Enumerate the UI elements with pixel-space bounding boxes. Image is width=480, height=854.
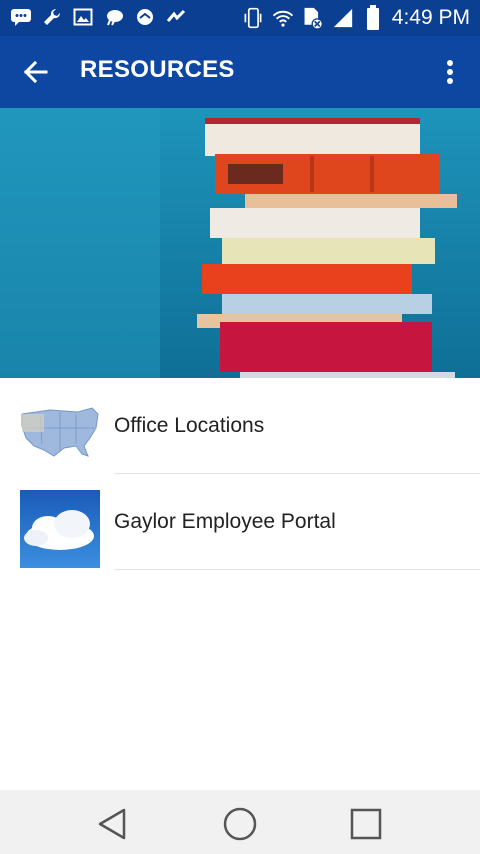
- home-circle-icon: [223, 807, 257, 841]
- back-button[interactable]: [18, 54, 54, 90]
- overflow-menu-button[interactable]: [438, 54, 462, 90]
- back-triangle-icon: [98, 808, 126, 840]
- arrow-back-icon: [23, 60, 48, 84]
- nav-recents-button[interactable]: [346, 804, 386, 844]
- app-bar: RESOURCES: [0, 36, 480, 108]
- sim-icon: [302, 7, 324, 30]
- wrench-icon: [41, 6, 63, 28]
- signal-app-icon: [165, 6, 187, 28]
- hero-banner: [0, 108, 480, 378]
- notification-icons: [10, 6, 187, 28]
- nav-home-button[interactable]: [220, 804, 260, 844]
- stack-of-books-image: [0, 108, 480, 378]
- battery-icon: [362, 5, 384, 30]
- us-map-thumbnail: [20, 394, 100, 472]
- message-icon: [10, 6, 32, 28]
- list-item-label: Gaylor Employee Portal: [114, 510, 336, 533]
- status-bar: 4:49 PM: [0, 0, 480, 36]
- nav-back-button[interactable]: [94, 804, 134, 844]
- list-item-office-locations[interactable]: Office Locations: [0, 378, 480, 474]
- system-icons: 4:49 PM: [242, 4, 470, 32]
- cloud-sky-thumbnail: [20, 490, 100, 568]
- weather-icon: [103, 6, 125, 28]
- image-icon: [72, 6, 94, 28]
- resource-list: Office Locations Gaylor Employee Portal: [0, 378, 480, 570]
- system-nav-bar: [0, 790, 480, 854]
- app-icon: [134, 6, 156, 28]
- wifi-icon: [272, 7, 294, 29]
- vibrate-icon: [242, 7, 264, 29]
- divider: [114, 569, 480, 570]
- clock: 4:49 PM: [391, 6, 470, 29]
- list-item-label: Office Locations: [114, 414, 265, 437]
- recents-square-icon: [350, 808, 382, 840]
- cell-signal-icon: [332, 7, 354, 29]
- more-vert-icon: [447, 60, 453, 84]
- page-title: RESOURCES: [80, 56, 235, 83]
- list-item-employee-portal[interactable]: Gaylor Employee Portal: [0, 474, 480, 570]
